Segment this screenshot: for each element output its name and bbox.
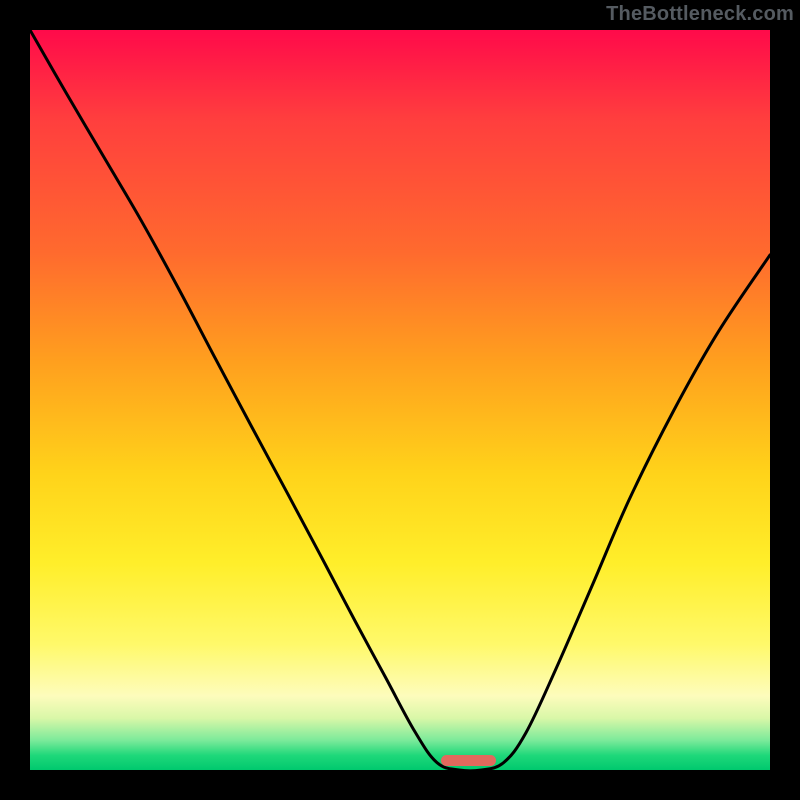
bottleneck-curve-path xyxy=(30,30,770,770)
optimal-marker xyxy=(441,755,497,766)
attribution-label: TheBottleneck.com xyxy=(606,2,794,26)
curve-svg xyxy=(30,30,770,770)
bottleneck-chart: TheBottleneck.com xyxy=(0,0,800,800)
plot-area xyxy=(30,30,770,770)
